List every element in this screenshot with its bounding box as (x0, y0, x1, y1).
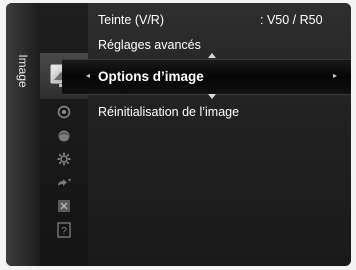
application-icon[interactable] (57, 199, 71, 216)
category-tab: Image (6, 3, 40, 266)
menu-item-label: Réglages avancés (98, 38, 201, 52)
left-arrow-icon: ◂ (86, 71, 91, 80)
right-arrow-icon: ▸ (332, 71, 337, 80)
menu-icon-column: ? (40, 3, 88, 266)
scroll-up-icon[interactable] (208, 53, 216, 58)
channel-icon[interactable] (57, 129, 71, 146)
menu-item-teinte[interactable]: Teinte (V/R) : V50 / R50 (98, 13, 323, 27)
osd-screen: Image ? Teinte (V/R): V50 / R50 Réglage… (6, 3, 351, 266)
menu-item-label: Réinitialisation de l’image (98, 105, 240, 119)
svg-text:?: ? (61, 226, 67, 237)
sound-icon[interactable] (57, 105, 71, 122)
input-icon[interactable] (56, 177, 72, 192)
menu-item-reinitialisation[interactable]: Réinitialisation de l’image (98, 105, 239, 119)
menu-item-reglages-avances[interactable]: Réglages avancés (98, 38, 201, 52)
setup-icon[interactable] (57, 152, 71, 169)
menu-list: Teinte (V/R) : V50 / R50 Réglages avancé… (62, 3, 351, 266)
menu-item-value: : V50 / R50 (260, 13, 323, 27)
category-tab-label: Image (16, 54, 30, 88)
menu-item-label: Options d’image (98, 69, 204, 84)
scroll-down-icon[interactable] (208, 94, 216, 99)
tv-osd-frame: Image ? Teinte (V/R): V50 / R50 Réglage… (0, 0, 356, 270)
support-icon[interactable]: ? (57, 222, 71, 241)
menu-item-options-image[interactable]: ◂ Options d’image ▸ (62, 59, 351, 95)
menu-item-label: Teinte (V/R) (98, 13, 164, 27)
